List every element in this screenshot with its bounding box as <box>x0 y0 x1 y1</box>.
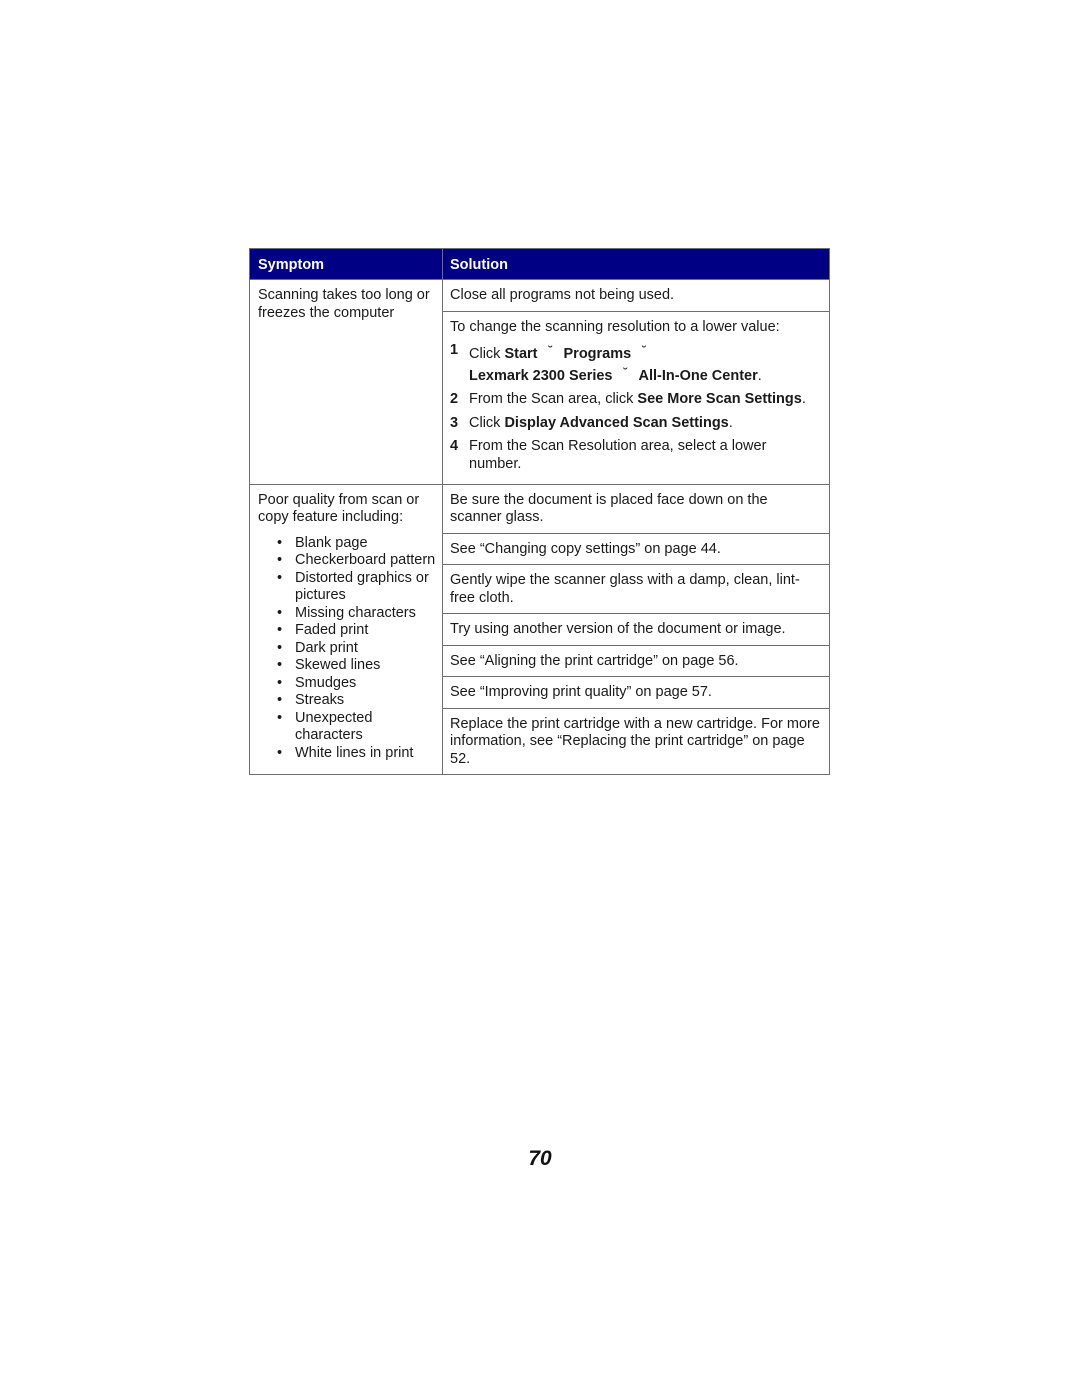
step-text: From the Scan area, click See More Scan … <box>469 391 821 409</box>
menu-arrow-icon: ˘ <box>642 343 647 358</box>
bullet-text: Missing characters <box>295 604 416 621</box>
bullet-text: Skewed lines <box>295 657 381 673</box>
ui-label: Lexmark 2300 Series <box>469 367 613 384</box>
step-item: 1 Click Start ˘ Programs ˘ Lexmark 2300 Serie… <box>450 342 821 385</box>
step-text-part: . <box>801 391 806 407</box>
table-row: Scanning takes too long or freezes the c… <box>250 280 829 485</box>
solution-intro: To change the scanning resolution to a l… <box>450 318 780 335</box>
list-item: • Dark print <box>258 640 436 658</box>
step-text: Click Start ˘ Programs ˘ Lexmark 2300 Series… <box>469 342 821 385</box>
bullet-text: White lines in print <box>295 744 414 761</box>
bullet-text: Dark print <box>295 639 358 656</box>
menu-arrow-icon: ˘ <box>623 364 628 380</box>
list-item: • Streaks <box>258 692 436 710</box>
step-item: 4 From the Scan Resolution area, select a… <box>450 438 821 473</box>
bullet-text: Faded print <box>295 622 369 638</box>
step-text-part: From the Scan Resolution area, select a … <box>469 438 767 472</box>
table-row: Poor quality from scan or copy feature i… <box>250 484 829 775</box>
bullet-text: Checkerboard pattern <box>295 552 436 568</box>
list-item: • Missing characters <box>258 605 436 623</box>
ui-label: See More Scan Settings <box>637 391 802 407</box>
bullet-text: Distorted graphics or pictures <box>295 569 429 604</box>
bullet-icon: • <box>277 657 283 673</box>
bullet-icon: • <box>277 622 283 638</box>
list-item: • Blank page <box>258 535 436 553</box>
solution-item: See “Improving print quality” on page 57… <box>443 677 829 709</box>
step-number: 2 <box>450 391 459 407</box>
ui-label: Start <box>504 346 538 362</box>
bullet-text: Blank page <box>295 534 368 551</box>
list-item: • White lines in print <box>258 745 436 763</box>
list-item: • Checkerboard pattern <box>258 552 436 570</box>
steps-list: 1 Click Start ˘ Programs ˘ Lexmark 2300 Serie… <box>450 342 821 473</box>
bullet-icon: • <box>277 639 283 656</box>
menu-arrow-icon: ˘ <box>548 343 553 358</box>
ui-label: Programs <box>563 346 632 362</box>
list-item: • Distorted graphics or pictures <box>258 570 436 605</box>
step-number: 4 <box>450 438 459 454</box>
step-text: Click Display Advanced Scan Settings. <box>469 415 821 433</box>
step-item: 2 From the Scan area, click See More Scan… <box>450 391 821 409</box>
step-text-part: From the Scan area, click <box>469 391 638 407</box>
list-item: • Smudges <box>258 675 436 693</box>
step-text-part: . <box>728 414 733 431</box>
symptom-cell: Scanning takes too long or freezes the c… <box>250 280 443 484</box>
step-number: 1 <box>450 342 459 358</box>
ui-label: Display Advanced Scan Settings <box>504 414 729 431</box>
bullet-text: Unexpected characters <box>295 709 373 744</box>
solution-item: Close all programs not being used. <box>443 280 829 312</box>
solution-cell: Close all programs not being used. To ch… <box>443 280 829 484</box>
step-text-part: Click <box>469 414 505 431</box>
bullet-text: Streaks <box>295 692 345 708</box>
symptom-bullet-list: • Blank page • Checkerboard pattern • Distort… <box>258 535 436 763</box>
solution-item: To change the scanning resolution to a l… <box>443 312 829 484</box>
list-item: • Unexpected characters <box>258 710 436 745</box>
solution-item: Replace the print cartridge with a new c… <box>450 715 820 767</box>
bullet-icon: • <box>277 604 283 621</box>
solution-item: Gently wipe the scanner glass with a dam… <box>443 565 829 614</box>
bullet-icon: • <box>277 534 283 551</box>
table-header: Symptom Solution <box>250 249 829 280</box>
list-item: • Faded print <box>258 622 436 640</box>
solution-item: See “Aligning the print cartridge” on pa… <box>443 646 829 677</box>
solution-item: See “Changing copy settings” on page 44. <box>443 534 829 565</box>
list-item: • Skewed lines <box>258 657 436 675</box>
bullet-icon: • <box>277 709 283 726</box>
symptom-column-header: Symptom <box>250 249 443 279</box>
troubleshooting-table: Symptom Solution Scanning takes too long… <box>249 248 830 775</box>
solution-item: Be sure the document is placed face down… <box>443 485 829 534</box>
solution-column-header: Solution <box>450 257 508 273</box>
step-text: From the Scan Resolution area, select a … <box>469 438 821 473</box>
bullet-icon: • <box>277 692 283 708</box>
bullet-icon: • <box>277 674 283 691</box>
step-text-part: . <box>757 367 762 384</box>
bullet-icon: • <box>277 552 283 568</box>
solution-cell: Be sure the document is placed face down… <box>443 485 829 775</box>
symptom-text: Poor quality from scan or copy feature i… <box>258 491 420 526</box>
step-text-part: Click <box>469 346 505 362</box>
bullet-icon: • <box>277 569 283 586</box>
solution-item: Try using another version of the documen… <box>443 614 829 646</box>
step-item: 3 Click Display Advanced Scan Settings. <box>450 415 821 433</box>
page-number: 70 <box>528 1147 552 1170</box>
ui-label: All-In-One Center <box>638 367 758 384</box>
bullet-text: Smudges <box>295 674 357 691</box>
step-number: 3 <box>450 414 459 431</box>
symptom-cell: Poor quality from scan or copy feature i… <box>250 484 443 774</box>
bullet-icon: • <box>277 744 283 761</box>
